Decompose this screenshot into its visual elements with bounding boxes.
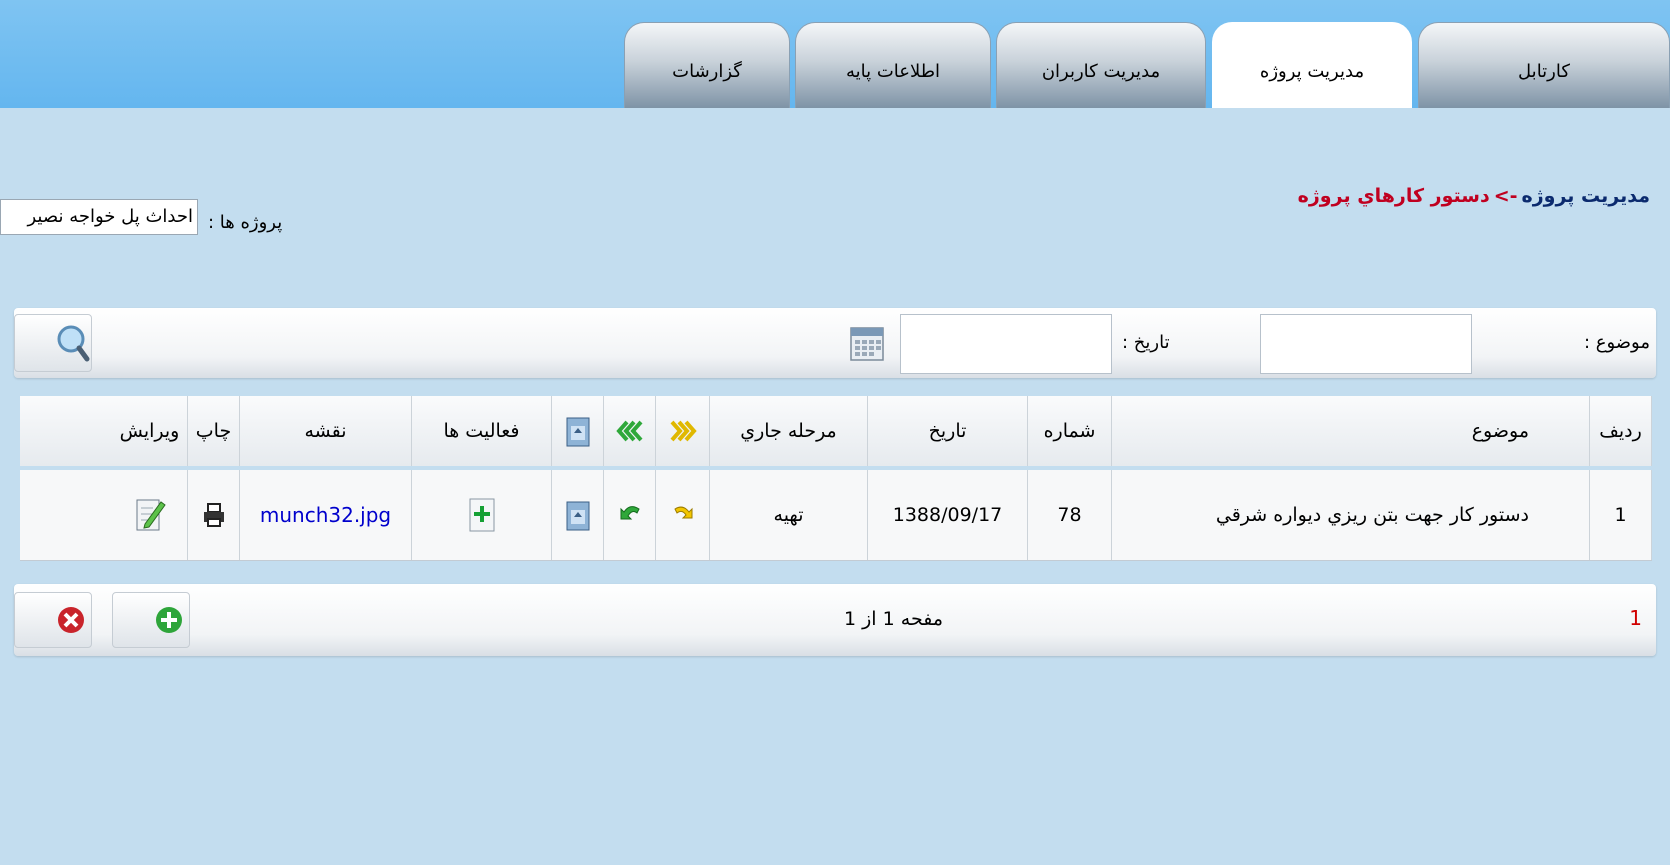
col-header-number[interactable]: شماره	[1028, 396, 1112, 466]
add-activity-button[interactable]	[412, 470, 552, 560]
edit-pencil-icon	[136, 499, 166, 531]
tab-label: کارتابل	[1518, 61, 1570, 82]
subject-input[interactable]	[1260, 314, 1472, 374]
add-icon	[156, 607, 182, 633]
tab-label: گزارشات	[672, 61, 742, 82]
back-arrows-icon	[615, 420, 642, 442]
cell-map: munch32.jpg	[240, 470, 412, 560]
top-nav-bar: کارتابل مدیریت پروژه مدیریت کاربران اطلا…	[0, 0, 1670, 108]
tab-label: مدیریت پروژه	[1259, 61, 1365, 82]
delete-icon	[58, 607, 84, 633]
subject-label: موضوع :	[1583, 332, 1650, 353]
col-header-date[interactable]: تاریخ	[868, 396, 1028, 466]
col-header-back-icon	[604, 396, 656, 466]
map-file-link[interactable]: munch32.jpg	[260, 503, 391, 527]
print-button[interactable]	[188, 470, 240, 560]
magnifier-icon	[57, 325, 90, 362]
cell-subject: دستور کار جهت بتن ریزي دیواره شرقي	[1112, 470, 1590, 560]
cell-date: 1388/09/17	[868, 470, 1028, 560]
folder-icon	[566, 417, 589, 447]
col-header-forward-icon	[656, 396, 710, 466]
breadcrumb-separator: ->	[1493, 185, 1518, 207]
col-header-activities[interactable]: فعالیت ها	[412, 396, 552, 466]
forward-arrows-icon	[670, 420, 697, 442]
cell-stage: تهیه	[710, 470, 868, 560]
table-header-row: ردیف موضوع شماره تاریخ مرحله جاري فعالیت…	[20, 396, 1652, 468]
printer-icon	[203, 503, 224, 527]
back-step-button[interactable]	[604, 470, 656, 560]
col-header-print[interactable]: چاپ	[188, 396, 240, 466]
date-input[interactable]	[900, 314, 1112, 374]
col-header-folder-icon	[552, 396, 604, 466]
col-header-map[interactable]: نقشه	[240, 396, 412, 466]
add-activity-icon	[469, 498, 494, 532]
col-header-row-no[interactable]: ردیف	[1590, 396, 1652, 466]
tab-project-management[interactable]: مدیریت پروژه	[1212, 22, 1412, 108]
date-label: تاریخ :	[1122, 332, 1170, 353]
col-header-edit[interactable]: ویرایش	[112, 396, 188, 466]
tab-reports[interactable]: گزارشات	[624, 22, 790, 108]
tab-label: مدیریت کاربران	[1041, 61, 1161, 82]
search-panel: موضوع : تاریخ :	[14, 308, 1656, 378]
tab-base-info[interactable]: اطلاعات پایه	[795, 22, 991, 108]
tab-label: اطلاعات پایه	[845, 61, 941, 82]
delete-button[interactable]	[14, 592, 92, 648]
breadcrumb-current: دستور کارهاي پروژه	[1297, 185, 1490, 207]
project-label: پروژه ها :	[208, 212, 283, 233]
cell-number: 78	[1028, 470, 1112, 560]
page-number-link[interactable]: 1	[1629, 606, 1642, 630]
project-select[interactable]: احداث پل خواجه نصیر	[0, 199, 198, 235]
pager: مفحه 1 از 1 1	[14, 584, 1656, 656]
tab-user-management[interactable]: مدیریت کاربران	[996, 22, 1206, 108]
edit-button[interactable]	[112, 470, 188, 560]
attachments-button[interactable]	[552, 470, 604, 560]
cell-row-no: 1	[1590, 470, 1652, 560]
forward-arrow-icon	[673, 506, 692, 519]
search-button[interactable]	[14, 314, 92, 372]
breadcrumb: مدیریت پروژه->دستور کارهاي پروژه	[1298, 185, 1650, 207]
tab-cartable[interactable]: کارتابل	[1418, 22, 1670, 108]
back-arrow-icon	[620, 506, 640, 520]
table-row[interactable]: 1 دستور کار جهت بتن ریزي دیواره شرقي 78 …	[20, 470, 1652, 561]
work-orders-table: ردیف موضوع شماره تاریخ مرحله جاري فعالیت…	[20, 396, 1652, 561]
page-info: مفحه 1 از 1	[844, 608, 944, 630]
breadcrumb-parent-link[interactable]: مدیریت پروژه	[1522, 185, 1650, 207]
add-button[interactable]	[112, 592, 190, 648]
calendar-icon[interactable]	[849, 324, 887, 364]
col-header-subject[interactable]: موضوع	[1112, 396, 1590, 466]
col-header-stage[interactable]: مرحله جاري	[710, 396, 868, 466]
folder-icon	[566, 501, 589, 531]
forward-step-button[interactable]	[656, 470, 710, 560]
